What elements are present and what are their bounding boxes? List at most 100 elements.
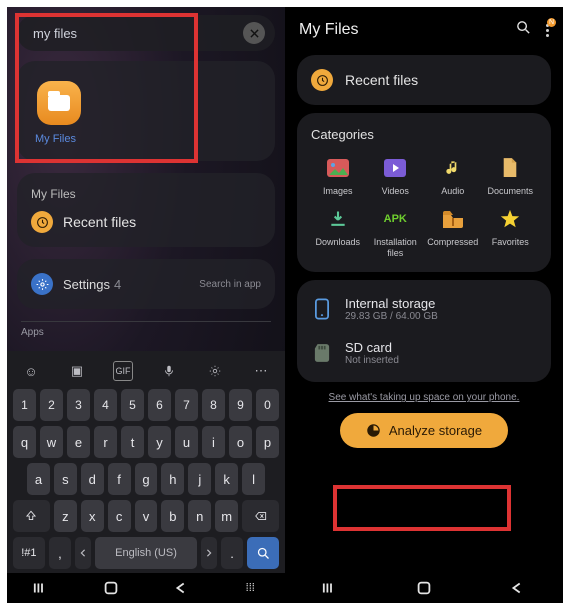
sd-card-row[interactable]: SD card Not inserted <box>311 336 537 370</box>
key-a[interactable]: a <box>27 463 50 495</box>
recent-files-card[interactable]: Recent files <box>297 55 551 105</box>
onscreen-keyboard[interactable]: ☺ ▣ GIF ⋯ 1234567890 qwertyuiop asdfghjk… <box>7 351 285 573</box>
more-icon[interactable]: ⋯ <box>251 361 271 381</box>
analyze-button-label: Analyze storage <box>389 423 482 438</box>
apk-icon: APK <box>382 207 408 231</box>
sticker-icon[interactable]: ▣ <box>67 361 87 381</box>
key-l[interactable]: l <box>242 463 265 495</box>
key-u[interactable]: u <box>175 426 198 458</box>
videos-icon <box>382 156 408 180</box>
nav-back[interactable] <box>161 581 201 595</box>
key-3[interactable]: 3 <box>67 389 90 421</box>
left-phone: My Files My Files Recent files S <box>7 7 285 603</box>
settings-result-card[interactable]: Settings4 Search in app <box>17 259 275 309</box>
nav-home[interactable] <box>404 581 444 595</box>
storage-card: Internal storage 29.83 GB / 64.00 GB SD … <box>297 280 551 382</box>
category-installation[interactable]: APK Installation files <box>369 207 423 259</box>
key-5[interactable]: 5 <box>121 389 144 421</box>
recent-files-row[interactable]: Recent files <box>31 211 261 233</box>
key-7[interactable]: 7 <box>175 389 198 421</box>
key-c[interactable]: c <box>108 500 131 532</box>
key-j[interactable]: j <box>188 463 211 495</box>
key-1[interactable]: 1 <box>13 389 36 421</box>
my-files-preview-card[interactable]: My Files Recent files <box>17 173 275 247</box>
key-2[interactable]: 2 <box>40 389 63 421</box>
analyze-storage-button[interactable]: Analyze storage <box>340 413 508 448</box>
key-z[interactable]: z <box>54 500 77 532</box>
key-e[interactable]: e <box>67 426 90 458</box>
analyze-hint[interactable]: See what's taking up space on your phone… <box>285 392 563 403</box>
key-p[interactable]: p <box>256 426 279 458</box>
key-k[interactable]: k <box>215 463 238 495</box>
key-f[interactable]: f <box>108 463 131 495</box>
key-o[interactable]: o <box>229 426 252 458</box>
sd-card-icon <box>311 342 333 364</box>
recent-files-label: Recent files <box>63 214 136 230</box>
key-d[interactable]: d <box>81 463 104 495</box>
gear-icon <box>31 273 53 295</box>
page-title: My Files <box>299 21 359 39</box>
sd-card-title: SD card <box>345 340 399 355</box>
key-q[interactable]: q <box>13 426 36 458</box>
app-header: My Files N <box>285 7 563 47</box>
gif-icon[interactable]: GIF <box>113 361 133 381</box>
key-9[interactable]: 9 <box>229 389 252 421</box>
settings-gear-icon[interactable] <box>205 361 225 381</box>
key-8[interactable]: 8 <box>202 389 225 421</box>
key-y[interactable]: y <box>148 426 171 458</box>
category-videos[interactable]: Videos <box>369 156 423 197</box>
key-v[interactable]: v <box>135 500 158 532</box>
key-b[interactable]: b <box>161 500 184 532</box>
key-6[interactable]: 6 <box>148 389 171 421</box>
nav-recents[interactable] <box>22 581 62 595</box>
search-enter-key[interactable] <box>247 537 279 569</box>
clock-icon <box>311 69 333 91</box>
images-icon <box>325 156 351 180</box>
more-menu-icon[interactable]: N <box>546 24 549 37</box>
key-t[interactable]: t <box>121 426 144 458</box>
shift-key[interactable] <box>13 500 50 532</box>
backspace-key[interactable] <box>242 500 279 532</box>
key-h[interactable]: h <box>161 463 184 495</box>
category-favorites[interactable]: Favorites <box>484 207 538 259</box>
key-x[interactable]: x <box>81 500 104 532</box>
search-in-app-hint[interactable]: Search in app <box>199 279 261 290</box>
category-documents[interactable]: Documents <box>484 156 538 197</box>
search-icon[interactable] <box>515 19 532 41</box>
key-4[interactable]: 4 <box>94 389 117 421</box>
nav-home[interactable] <box>91 581 131 595</box>
clock-icon <box>31 211 53 233</box>
category-audio[interactable]: Audio <box>426 156 480 197</box>
settings-label: Settings <box>63 277 110 292</box>
downloads-icon <box>325 207 351 231</box>
spacebar[interactable]: English (US) <box>95 537 197 569</box>
lang-left-key[interactable] <box>75 537 91 569</box>
category-images[interactable]: Images <box>311 156 365 197</box>
category-downloads[interactable]: Downloads <box>311 207 365 259</box>
nav-back[interactable] <box>497 581 537 595</box>
key-s[interactable]: s <box>54 463 77 495</box>
lang-right-key[interactable] <box>201 537 217 569</box>
key-m[interactable]: m <box>215 500 238 532</box>
analyze-section: See what's taking up space on your phone… <box>285 392 563 448</box>
key-g[interactable]: g <box>135 463 158 495</box>
comma-key[interactable]: , <box>49 537 72 569</box>
internal-storage-row[interactable]: Internal storage 29.83 GB / 64.00 GB <box>311 292 537 326</box>
nav-bar <box>285 573 563 603</box>
key-r[interactable]: r <box>94 426 117 458</box>
category-compressed[interactable]: Compressed <box>426 207 480 259</box>
clear-search-icon[interactable] <box>243 22 265 44</box>
key-n[interactable]: n <box>188 500 211 532</box>
emoji-icon[interactable]: ☺ <box>21 361 41 381</box>
card-header: My Files <box>31 187 261 201</box>
key-w[interactable]: w <box>40 426 63 458</box>
nav-recents[interactable] <box>311 581 351 595</box>
period-key[interactable]: . <box>221 537 244 569</box>
key-0[interactable]: 0 <box>256 389 279 421</box>
symbols-key[interactable]: !#1 <box>13 537 45 569</box>
key-i[interactable]: i <box>202 426 225 458</box>
nav-keyboard-toggle[interactable]: ⁞⁞⁞ <box>230 582 270 594</box>
compressed-icon <box>440 207 466 231</box>
internal-storage-title: Internal storage <box>345 296 438 311</box>
mic-icon[interactable] <box>159 361 179 381</box>
